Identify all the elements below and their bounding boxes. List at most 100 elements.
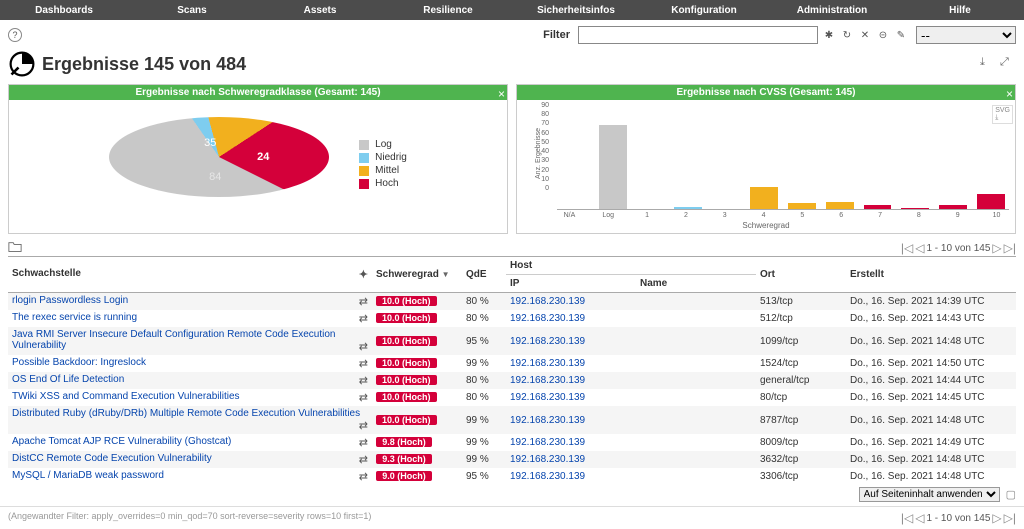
table-row: Apache Tomcat AJP RCE Vulnerability (Gho…	[8, 434, 1016, 451]
nav-item[interactable]: Konfiguration	[640, 5, 768, 16]
ip-link[interactable]: 192.168.230.139	[506, 310, 636, 327]
col-ip[interactable]: IP	[506, 275, 636, 293]
folder-icon[interactable]	[8, 240, 22, 254]
vuln-link[interactable]: The rexec service is running ⇄	[8, 310, 372, 327]
filter-clear-icon[interactable]: ✱	[822, 28, 836, 42]
col-name[interactable]: Name	[636, 275, 756, 293]
legend-item[interactable]: Log	[359, 138, 407, 151]
date-cell: Do., 16. Sep. 2021 14:50 UTC	[846, 355, 1016, 372]
filter-input[interactable]	[578, 26, 818, 44]
next-page-icon[interactable]: ▷	[992, 511, 1001, 525]
date-cell: Do., 16. Sep. 2021 14:45 UTC	[846, 389, 1016, 406]
qde-cell: 80 %	[462, 310, 506, 327]
top-nav: DashboardsScansAssetsResilienceSicherhei…	[0, 0, 1024, 20]
prev-page-icon[interactable]: ◁	[915, 511, 924, 525]
bar[interactable]	[901, 208, 929, 209]
row-action-icon[interactable]: ⇄	[359, 436, 368, 449]
nav-item[interactable]: Resilience	[384, 5, 512, 16]
bar[interactable]	[674, 207, 702, 209]
bar[interactable]	[599, 125, 627, 209]
legend-item[interactable]: Hoch	[359, 177, 407, 190]
ip-link[interactable]: 192.168.230.139	[506, 434, 636, 451]
row-action-icon[interactable]: ⇄	[359, 295, 368, 308]
ip-link[interactable]: 192.168.230.139	[506, 372, 636, 389]
vuln-link[interactable]: Apache Tomcat AJP RCE Vulnerability (Gho…	[8, 434, 372, 451]
ip-link[interactable]: 192.168.230.139	[506, 468, 636, 485]
ip-link[interactable]: 192.168.230.139	[506, 293, 636, 311]
last-page-icon[interactable]: ▷|	[1004, 241, 1016, 255]
vuln-link[interactable]: TWiki XSS and Command Execution Vulnerab…	[8, 389, 372, 406]
ip-link[interactable]: 192.168.230.139	[506, 389, 636, 406]
pie-chart[interactable]: 35 24 84	[109, 117, 329, 212]
bar-xtick: 10	[982, 212, 1011, 219]
apply-confirm-icon[interactable]: ▢	[1006, 488, 1016, 501]
ort-cell: 513/tcp	[756, 293, 846, 311]
next-page-icon[interactable]: ▷	[992, 241, 1001, 255]
col-qde[interactable]: QdE	[462, 257, 506, 293]
bar[interactable]	[826, 202, 854, 209]
bar-panel-title: Ergebnisse nach CVSS (Gesamt: 145)	[517, 85, 1015, 100]
row-action-icon[interactable]: ⇄	[359, 453, 368, 466]
col-erstellt[interactable]: Erstellt	[846, 257, 1016, 293]
filter-reset-icon[interactable]: ⊝	[876, 28, 890, 42]
bar[interactable]	[939, 205, 967, 209]
filter-preset-select[interactable]: --	[916, 26, 1016, 44]
col-vuln[interactable]: Schwachstelle ✦	[8, 257, 372, 293]
row-action-icon[interactable]: ⇄	[359, 357, 368, 370]
ip-link[interactable]: 192.168.230.139	[506, 451, 636, 468]
expand-icon[interactable]: ⤢	[1000, 56, 1016, 72]
last-page-icon[interactable]: ▷|	[1004, 511, 1016, 525]
filter-edit-icon[interactable]: ✎	[894, 28, 908, 42]
bar[interactable]	[788, 203, 816, 209]
apply-select[interactable]: Auf Seiteninhalt anwenden	[859, 487, 1000, 502]
row-action-icon[interactable]: ⇄	[359, 419, 368, 432]
qde-cell: 99 %	[462, 355, 506, 372]
vuln-link[interactable]: Distributed Ruby (dRuby/DRb) Multiple Re…	[8, 406, 372, 434]
bar-chart[interactable]: Anz. Ergebnisse 9080706050403020100	[517, 100, 1015, 210]
panel-close-icon[interactable]: ×	[498, 87, 505, 101]
vuln-link[interactable]: OS End Of Life Detection ⇄	[8, 372, 372, 389]
help-icon[interactable]: ?	[8, 28, 22, 42]
ip-link[interactable]: 192.168.230.139	[506, 327, 636, 355]
row-action-icon[interactable]: ⇄	[359, 374, 368, 387]
bar-xtick: 3	[710, 212, 739, 219]
prev-page-icon[interactable]: ◁	[915, 241, 924, 255]
export-icon[interactable]: ⤓	[980, 56, 996, 72]
row-action-icon[interactable]: ⇄	[359, 470, 368, 483]
app-logo-icon	[8, 50, 36, 78]
nav-item[interactable]: Hilfe	[896, 5, 1024, 16]
col-sev[interactable]: Schweregrad ▼	[372, 257, 462, 293]
row-action-icon[interactable]: ⇄	[359, 312, 368, 325]
ip-link[interactable]: 192.168.230.139	[506, 406, 636, 434]
row-action-icon[interactable]: ⇄	[359, 391, 368, 404]
pager-bottom: |◁ ◁ 1 - 10 von 145 ▷ ▷|	[901, 511, 1016, 525]
nav-item[interactable]: Dashboards	[0, 5, 128, 16]
date-cell: Do., 16. Sep. 2021 14:48 UTC	[846, 451, 1016, 468]
col-ort[interactable]: Ort	[756, 257, 846, 293]
vuln-link[interactable]: DistCC Remote Code Execution Vulnerabili…	[8, 451, 372, 468]
legend-item[interactable]: Niedrig	[359, 151, 407, 164]
legend-item[interactable]: Mittel	[359, 164, 407, 177]
first-page-icon[interactable]: |◁	[901, 511, 913, 525]
vuln-link[interactable]: MySQL / MariaDB weak password ⇄	[8, 468, 372, 485]
row-action-icon[interactable]: ⇄	[359, 340, 368, 353]
hostname-cell	[636, 406, 756, 434]
first-page-icon[interactable]: |◁	[901, 241, 913, 255]
table-row: The rexec service is running ⇄10.0 (Hoch…	[8, 310, 1016, 327]
filter-close-icon[interactable]: ✕	[858, 28, 872, 42]
nav-item[interactable]: Sicherheitsinfos	[512, 5, 640, 16]
nav-item[interactable]: Scans	[128, 5, 256, 16]
ip-link[interactable]: 192.168.230.139	[506, 355, 636, 372]
nav-item[interactable]: Administration	[768, 5, 896, 16]
vuln-link[interactable]: Java RMI Server Insecure Default Configu…	[8, 327, 372, 355]
col-host[interactable]: Host	[506, 257, 756, 275]
vuln-link[interactable]: Possible Backdoor: Ingreslock ⇄	[8, 355, 372, 372]
vuln-link[interactable]: rlogin Passwordless Login ⇄	[8, 293, 372, 311]
bar[interactable]	[750, 187, 778, 209]
nav-item[interactable]: Assets	[256, 5, 384, 16]
panel-close-icon[interactable]: ×	[1006, 87, 1013, 101]
bar[interactable]	[977, 194, 1005, 209]
page-title: Ergebnisse 145 von 484	[42, 54, 246, 75]
bar[interactable]	[864, 205, 892, 209]
filter-refresh-icon[interactable]: ↻	[840, 28, 854, 42]
